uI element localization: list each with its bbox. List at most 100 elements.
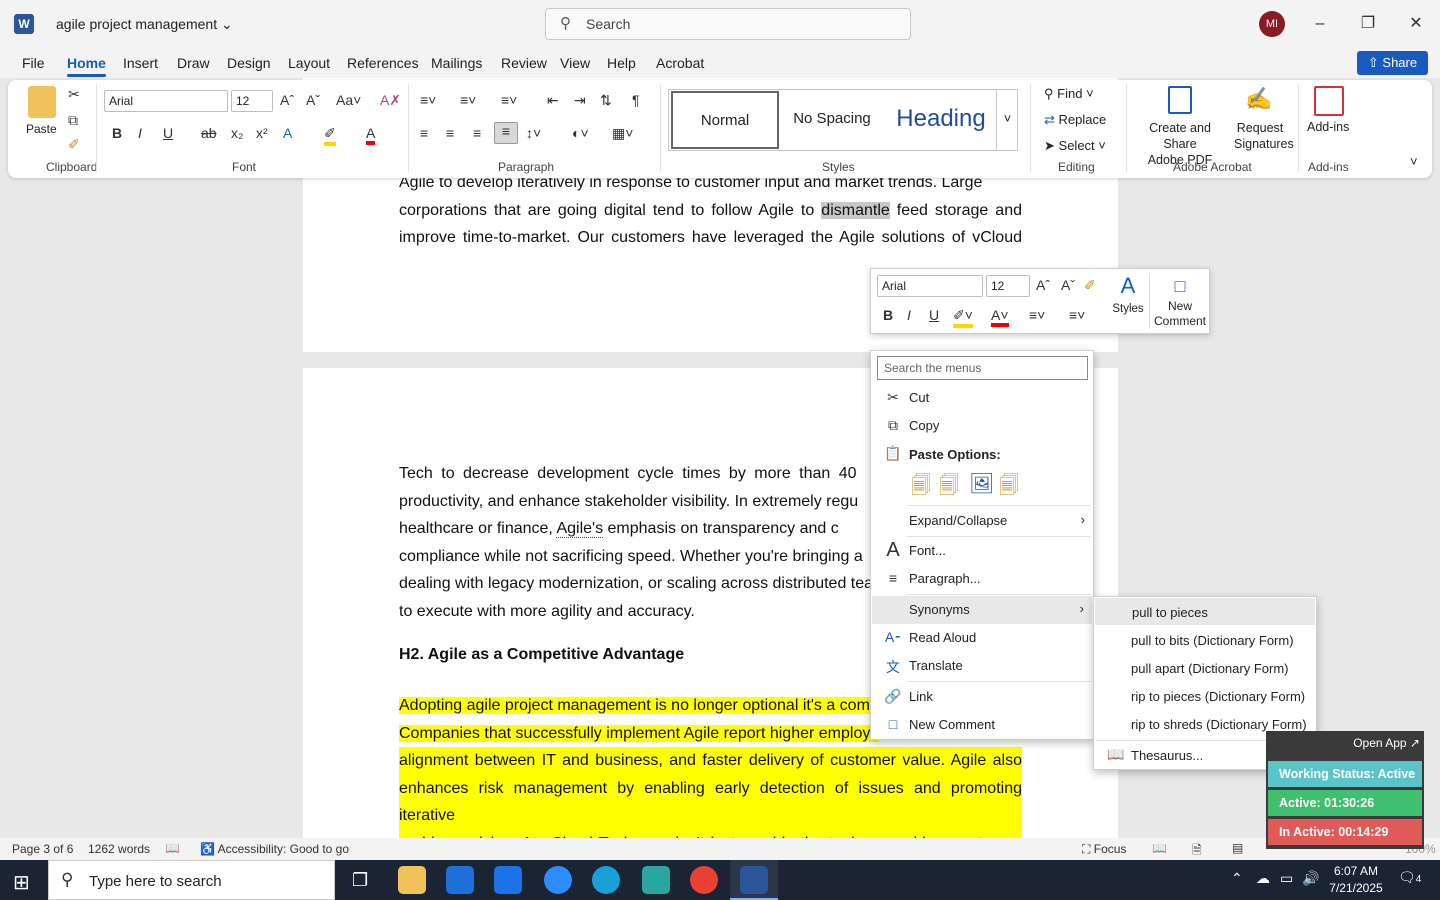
decrease-indent-icon[interactable]: ⇤	[547, 92, 559, 109]
cut-icon[interactable]: ✂	[68, 86, 80, 103]
numbering-icon[interactable]: ≡˅	[460, 92, 476, 108]
synonym-item[interactable]: pull to bits (Dictionary Form)	[1094, 627, 1316, 653]
menu-item-paragraph[interactable]: ≡ Paragraph...	[871, 566, 1093, 592]
paste-button[interactable]: Paste	[26, 122, 57, 136]
menu-item-expand-collapse[interactable]: Expand/Collapse ›	[871, 508, 1093, 534]
mini-font-size-select[interactable]: 12	[986, 275, 1030, 297]
borders-icon[interactable]: ▦˅	[612, 125, 633, 142]
bullets-icon[interactable]: ≡˅	[1029, 307, 1045, 323]
align-right-icon[interactable]: ≡	[473, 125, 481, 141]
chrome-icon[interactable]	[690, 866, 718, 894]
search-box[interactable]: ⚲ Search	[545, 8, 911, 40]
find-button[interactable]: ⚲ Find ˅	[1044, 86, 1094, 102]
tab-draw[interactable]: Draw	[177, 55, 210, 71]
tab-acrobat[interactable]: Acrobat	[656, 55, 704, 71]
print-layout-icon[interactable]: 🗎	[1192, 841, 1202, 862]
add-ins-button[interactable]: Add-ins	[1307, 120, 1349, 134]
copy-icon[interactable]: ⧉	[68, 112, 78, 129]
underline-icon[interactable]: U	[163, 125, 173, 141]
align-center-icon[interactable]: ≡	[446, 125, 454, 141]
show-marks-icon[interactable]: ¶	[632, 92, 640, 108]
tab-references[interactable]: References	[347, 55, 419, 71]
tab-home[interactable]: Home	[67, 55, 106, 77]
font-name-select[interactable]: Arial	[104, 90, 228, 112]
menu-item-link[interactable]: 🔗 Link	[871, 684, 1093, 710]
web-layout-icon[interactable]: ▤	[1232, 841, 1243, 855]
synonym-item[interactable]: rip to pieces (Dictionary Form)	[1094, 683, 1316, 709]
tab-view[interactable]: View	[560, 55, 590, 71]
accessibility-status[interactable]: ♿ Accessibility: Good to go	[200, 842, 349, 856]
style-heading[interactable]: Heading	[884, 91, 998, 149]
bullets-icon[interactable]: ≡˅	[420, 92, 436, 108]
app-icon[interactable]	[642, 866, 670, 894]
italic-icon[interactable]: I	[907, 307, 911, 323]
misspelled-word[interactable]: Agile's	[556, 520, 604, 538]
menu-item-synonyms[interactable]: Synonyms ›	[872, 596, 1092, 624]
menu-item-new-comment[interactable]: □ New Comment	[871, 712, 1093, 738]
close-icon[interactable]: ✕	[1401, 10, 1431, 38]
mail-icon[interactable]	[494, 866, 522, 894]
menu-item-translate[interactable]: 文 Translate	[871, 653, 1093, 679]
tab-review[interactable]: Review	[501, 55, 547, 71]
tab-file[interactable]: File	[22, 55, 45, 71]
tab-insert[interactable]: Insert	[123, 55, 158, 71]
page-indicator[interactable]: Page 3 of 6	[12, 842, 73, 856]
selected-word[interactable]: dismantle	[821, 201, 890, 219]
styles-button[interactable]: A Styles	[1107, 273, 1149, 331]
paste-picture-icon[interactable]: 🖼	[969, 471, 994, 497]
numbering-icon[interactable]: ≡˅	[1069, 307, 1085, 323]
taskbar-search[interactable]: ⚲ Type here to search	[48, 860, 335, 900]
volume-icon[interactable]: 🔊	[1302, 870, 1319, 887]
grow-font-icon[interactable]: Aˆ	[280, 92, 294, 108]
increase-indent-icon[interactable]: ⇥	[574, 92, 586, 109]
store-icon[interactable]	[446, 866, 474, 894]
section-heading[interactable]: H2. Agile as a Competitive Advantage	[399, 646, 684, 664]
multilevel-list-icon[interactable]: ≡˅	[501, 92, 517, 108]
synonym-item[interactable]: pull to pieces	[1095, 598, 1315, 625]
tab-design[interactable]: Design	[227, 55, 271, 71]
menu-item-read-aloud[interactable]: A⁃ Read Aloud	[871, 625, 1093, 651]
mini-font-name-select[interactable]: Arial	[877, 275, 983, 297]
bold-icon[interactable]: B	[883, 307, 893, 323]
align-left-icon[interactable]: ≡	[420, 125, 428, 141]
style-normal[interactable]: Normal	[671, 91, 779, 149]
page-2-text[interactable]: Agile to develop iteratively in response…	[399, 169, 1022, 252]
text-effects-icon[interactable]: A	[283, 125, 292, 141]
restore-icon[interactable]: ❐	[1353, 10, 1383, 38]
font-color-icon[interactable]: A	[366, 125, 376, 145]
task-view-icon[interactable]: ❐	[352, 870, 368, 891]
shrink-font-icon[interactable]: Aˇ	[1061, 277, 1075, 293]
proofing-icon[interactable]: 📖	[165, 841, 180, 855]
font-color-icon[interactable]: A˅	[991, 307, 1009, 327]
chevron-up-icon[interactable]: ⌃	[1231, 870, 1243, 887]
shading-icon[interactable]: ◐˅	[572, 125, 589, 141]
change-case-icon[interactable]: Aa˅	[336, 92, 361, 108]
menu-search-input[interactable]: Search the menus	[877, 356, 1088, 380]
focus-button[interactable]: ⛶ Focus	[1082, 842, 1126, 857]
notification-icon[interactable]: 🗨4	[1398, 869, 1421, 886]
paste-text-only-icon[interactable]: 🗐	[999, 471, 1023, 497]
word-taskbar-button[interactable]	[730, 860, 778, 900]
bold-icon[interactable]: B	[112, 125, 122, 141]
superscript-icon[interactable]: x²	[256, 125, 268, 141]
request-signatures-button[interactable]: Request Signatures	[1234, 120, 1294, 152]
windows-start-icon[interactable]: ⊞	[13, 870, 30, 895]
justify-icon[interactable]: ≡	[494, 122, 518, 144]
shrink-font-icon[interactable]: Aˇ	[306, 92, 320, 108]
format-painter-icon[interactable]: ✐	[1084, 277, 1096, 294]
format-painter-icon[interactable]: ✐	[68, 136, 80, 153]
subscript-icon[interactable]: x₂	[231, 125, 243, 141]
line-spacing-icon[interactable]: ↕˅	[526, 125, 541, 141]
tab-layout[interactable]: Layout	[288, 55, 330, 71]
clear-formatting-icon[interactable]: A✗	[380, 92, 401, 109]
paste-keep-source-icon[interactable]: 🗐	[911, 471, 935, 497]
document-title[interactable]: agile project management ⌄	[56, 16, 233, 33]
highlight-icon[interactable]: ✐˅	[953, 307, 973, 328]
display-icon[interactable]: ▭	[1280, 870, 1293, 887]
font-size-select[interactable]: 12	[231, 90, 273, 112]
synonym-item[interactable]: pull apart (Dictionary Form)	[1094, 655, 1316, 681]
style-no-spacing[interactable]: No Spacing	[778, 91, 886, 149]
menu-item-cut[interactable]: ✂ Cut	[871, 385, 1093, 411]
word-count[interactable]: 1262 words	[88, 842, 150, 856]
paste-icon[interactable]	[28, 86, 56, 118]
